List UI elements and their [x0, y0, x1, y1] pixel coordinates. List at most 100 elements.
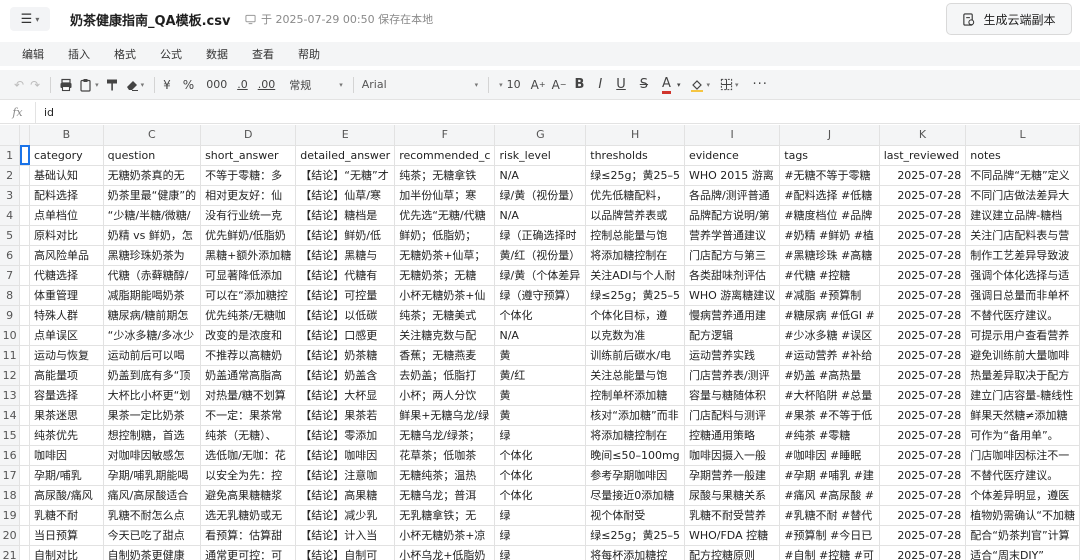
table-cell[interactable]: 小杯无糖奶茶+仙: [394, 285, 496, 306]
column-header[interactable]: K: [879, 125, 967, 146]
table-cell[interactable]: 香蕉；无糖燕麦: [394, 345, 496, 366]
column-header[interactable]: E: [295, 125, 396, 146]
redo-icon[interactable]: ↷: [30, 74, 40, 96]
table-cell[interactable]: 糖尿病/糖前期怎: [103, 305, 202, 326]
table-cell[interactable]: N/A: [494, 205, 587, 226]
table-cell[interactable]: 【结论】仙草/寒: [295, 185, 396, 206]
table-cell[interactable]: 代糖选择: [29, 265, 104, 286]
table-cell[interactable]: [19, 305, 30, 326]
table-cell[interactable]: 小杯乌龙+低脂奶: [394, 545, 496, 560]
row-header[interactable]: 3: [0, 185, 21, 206]
row-header[interactable]: 5: [0, 225, 21, 246]
increase-decimal-button[interactable]: .00: [258, 74, 276, 96]
column-header[interactable]: C: [103, 125, 202, 146]
table-cell[interactable]: 【结论】奶茶糖: [295, 345, 396, 366]
table-cell[interactable]: 绿: [494, 545, 587, 560]
table-cell[interactable]: #减脂 #预算制: [779, 285, 880, 306]
table-cell[interactable]: 黄: [494, 345, 587, 366]
table-cell[interactable]: 今天已吃了甜点: [103, 525, 202, 546]
table-cell[interactable]: 奶盖通常高脂高: [200, 365, 297, 386]
fill-color-icon[interactable]: ▾: [690, 74, 710, 96]
table-cell[interactable]: 避免高果糖糖浆: [200, 485, 297, 506]
menu-help[interactable]: 帮助: [298, 46, 320, 62]
table-cell[interactable]: 建议建立品牌-糖档: [965, 205, 1080, 226]
column-header[interactable]: F: [394, 125, 496, 146]
table-cell[interactable]: [19, 525, 30, 546]
table-cell[interactable]: 【结论】自制可: [295, 545, 396, 560]
table-cell[interactable]: 优先鲜奶/低脂奶: [200, 225, 297, 246]
row-header[interactable]: 13: [0, 385, 21, 406]
table-cell[interactable]: 【结论】代糖有: [295, 265, 396, 286]
decrease-decimal-button[interactable]: .0: [237, 74, 248, 96]
table-cell[interactable]: 自制奶茶更健康: [103, 545, 202, 560]
table-cell[interactable]: thresholds: [585, 145, 685, 166]
table-cell[interactable]: recommended_c: [394, 145, 496, 166]
table-cell[interactable]: [19, 245, 30, 266]
table-cell[interactable]: 看预算：估算甜: [200, 525, 297, 546]
table-cell[interactable]: 可作为“备用单”。: [965, 425, 1080, 446]
table-cell[interactable]: 可以在“添加糖控: [200, 285, 297, 306]
table-cell[interactable]: 个体化: [494, 485, 587, 506]
table-cell[interactable]: 2025-07-28: [879, 265, 967, 286]
strikethrough-icon[interactable]: S: [640, 74, 648, 96]
table-cell[interactable]: 不推荐以高糖奶: [200, 345, 297, 366]
table-cell[interactable]: 强调日总量而非单杯: [965, 285, 1080, 306]
table-cell[interactable]: 优先低糖配料，: [585, 185, 685, 206]
table-cell[interactable]: N/A: [494, 165, 587, 186]
table-cell[interactable]: 优先选“无糖/代糖: [394, 205, 496, 226]
table-cell[interactable]: 运动营养实践: [684, 345, 781, 366]
column-header[interactable]: I: [684, 125, 781, 146]
table-cell[interactable]: 建立门店容量-糖线性: [965, 385, 1080, 406]
table-cell[interactable]: 慢病营养通用建: [684, 305, 781, 326]
table-cell[interactable]: 2025-07-28: [879, 485, 967, 506]
table-cell[interactable]: #无糖不等于零糖: [779, 165, 880, 186]
decrease-font-icon[interactable]: A −: [552, 74, 567, 96]
table-cell[interactable]: 门店营养表/测评: [684, 365, 781, 386]
table-cell[interactable]: [19, 445, 30, 466]
column-header[interactable]: G: [494, 125, 587, 146]
table-cell[interactable]: 优先纯茶/无糖咖: [200, 305, 297, 326]
row-header[interactable]: 12: [0, 365, 21, 386]
table-cell[interactable]: 各类甜味剂评估: [684, 265, 781, 286]
table-cell[interactable]: 不同品牌“无糖”定义: [965, 165, 1080, 186]
table-cell[interactable]: 乳糖不耐怎么点: [103, 505, 202, 526]
table-cell[interactable]: 孕期/哺乳: [29, 465, 104, 486]
table-cell[interactable]: 绿/黄（个体差异: [494, 265, 587, 286]
table-cell[interactable]: 适合“周末DIY”: [965, 545, 1080, 560]
table-cell[interactable]: 关注门店配料表与营: [965, 225, 1080, 246]
table-cell[interactable]: [19, 385, 30, 406]
main-menu-button[interactable]: ☰ ▾: [10, 7, 50, 31]
table-cell[interactable]: evidence: [684, 145, 781, 166]
table-cell[interactable]: 奶茶里最“健康”的: [103, 185, 202, 206]
table-cell[interactable]: 小杯无糖奶茶+凉: [394, 525, 496, 546]
table-cell[interactable]: last_reviewed: [879, 145, 967, 166]
table-cell[interactable]: [19, 405, 30, 426]
table-cell[interactable]: #预算制 #今日已: [779, 525, 880, 546]
row-header[interactable]: 14: [0, 405, 21, 426]
table-cell[interactable]: 个体化目标，遵: [585, 305, 685, 326]
table-cell[interactable]: 2025-07-28: [879, 325, 967, 346]
row-header[interactable]: 21: [0, 545, 21, 560]
table-cell[interactable]: 纯茶优先: [29, 425, 104, 446]
row-header[interactable]: 4: [0, 205, 21, 226]
table-cell[interactable]: 绿（遵守预算）: [494, 285, 587, 306]
table-cell[interactable]: #奶盖 #高热量: [779, 365, 880, 386]
table-cell[interactable]: 门店配方与第三: [684, 245, 781, 266]
table-cell[interactable]: 【结论】奶盖含: [295, 365, 396, 386]
table-cell[interactable]: #纯茶 #零糖: [779, 425, 880, 446]
table-cell[interactable]: 【结论】果茶若: [295, 405, 396, 426]
menu-data[interactable]: 数据: [206, 46, 228, 62]
table-cell[interactable]: 配方逻辑: [684, 325, 781, 346]
table-cell[interactable]: 点单档位: [29, 205, 104, 226]
table-cell[interactable]: [19, 545, 30, 560]
menu-edit[interactable]: 编辑: [22, 46, 44, 62]
table-cell[interactable]: 控制单杯添加糖: [585, 385, 685, 406]
column-header[interactable]: D: [200, 125, 297, 146]
table-cell[interactable]: 关注糖克数与配: [394, 325, 496, 346]
table-cell[interactable]: 2025-07-28: [879, 205, 967, 226]
table-cell[interactable]: #黑糖珍珠 #高糖: [779, 245, 880, 266]
table-cell[interactable]: 代糖（赤藓糖醇/: [103, 265, 202, 286]
table-cell[interactable]: 关注ADI与个人耐: [585, 265, 685, 286]
table-cell[interactable]: 【结论】鲜奶/低: [295, 225, 396, 246]
table-cell[interactable]: 以安全为先：控: [200, 465, 297, 486]
